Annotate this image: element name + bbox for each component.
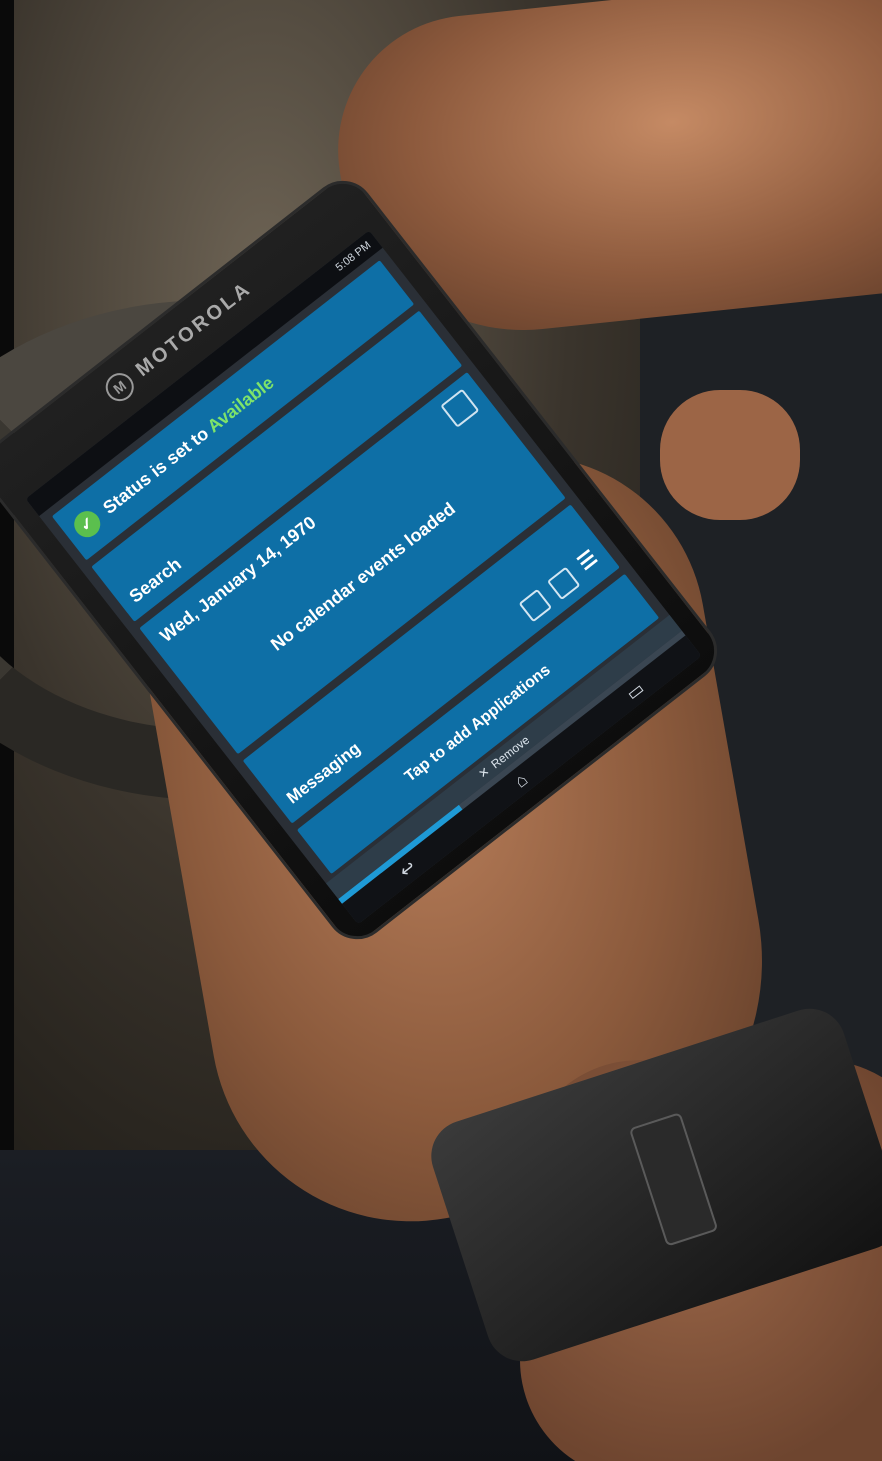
- list-icon: ☰: [574, 546, 602, 575]
- status-value: Available: [203, 371, 278, 437]
- motorola-logo-icon: M: [99, 367, 140, 407]
- ring-finger: [660, 390, 800, 520]
- check-icon: ✓: [68, 505, 106, 543]
- mail-icon: [518, 588, 553, 623]
- watch-clasp: [628, 1112, 719, 1247]
- close-icon: ✕: [475, 763, 493, 782]
- chat-icon: [546, 566, 581, 601]
- home-icon[interactable]: ⌂: [510, 769, 531, 792]
- photo-scene: M MOTOROLA 5:08 PM ✓ Status is set to Av…: [0, 0, 882, 1461]
- back-icon[interactable]: ↩: [395, 856, 420, 882]
